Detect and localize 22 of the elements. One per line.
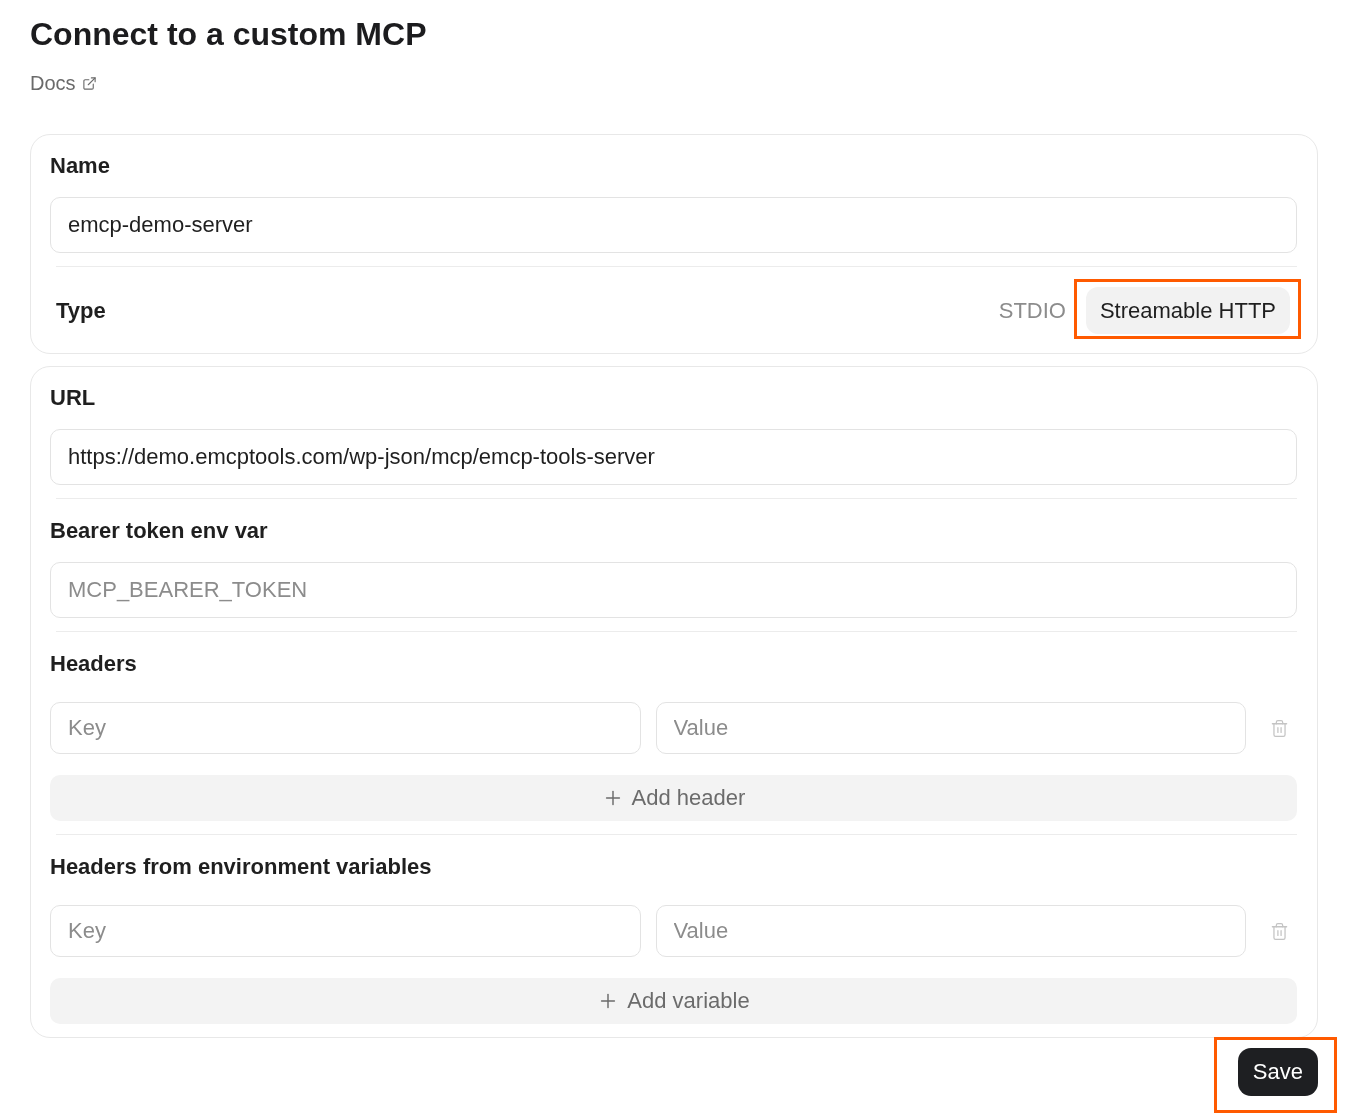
trash-icon[interactable] [1269, 921, 1289, 941]
field-label: Name [50, 152, 111, 180]
key-input-field[interactable]: Key [50, 702, 641, 754]
page-title: Connect to a custom MCP [30, 15, 428, 54]
docs-link[interactable]: Docs [30, 69, 97, 97]
type-option[interactable]: Streamable HTTP [1085, 287, 1290, 334]
add-row-button[interactable]: Add variable [50, 978, 1297, 1024]
field-label: Bearer token env var [50, 517, 269, 545]
field-label: Headers from environment variables [50, 853, 433, 881]
text-input-field[interactable]: MCP_BEARER_TOKEN [50, 562, 1297, 618]
value-input-field[interactable]: Value [655, 905, 1246, 957]
text-input-field[interactable]: emcp-demo-server [50, 197, 1297, 253]
field-label: URL [50, 384, 97, 412]
value-input-field[interactable]: Value [655, 702, 1246, 754]
save-button[interactable]: Save [1237, 1048, 1318, 1096]
external-link-icon [81, 75, 97, 91]
text-input-field[interactable]: https://demo.emcptools.com/wp-json/mcp/emcp-tools-server [50, 429, 1297, 485]
trash-icon[interactable] [1269, 718, 1289, 738]
add-row-button[interactable]: Add header [50, 775, 1297, 821]
key-input-field[interactable]: Key [50, 905, 641, 957]
field-label: Type [56, 296, 106, 325]
field-label: Headers [50, 650, 138, 678]
